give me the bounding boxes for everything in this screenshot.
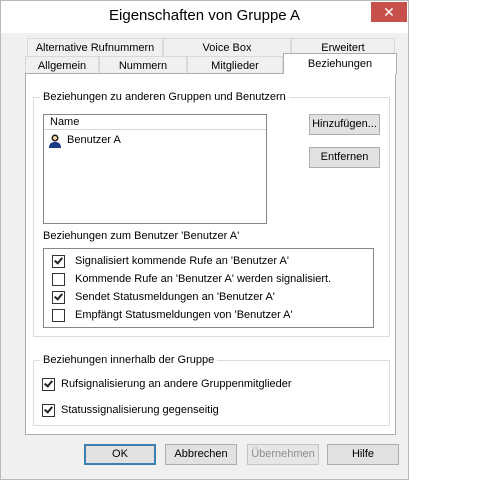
- checkbox-unchecked[interactable]: [52, 308, 65, 322]
- group-option-ring-signal[interactable]: Rufsignalisierung an andere Gruppenmitgl…: [42, 376, 292, 392]
- checkbox-unchecked[interactable]: [52, 272, 65, 286]
- add-button[interactable]: Hinzufügen...: [309, 114, 380, 135]
- tab-voice-box[interactable]: Voice Box: [163, 38, 291, 56]
- list-item[interactable]: Benutzer A: [47, 132, 123, 149]
- window-title: Eigenschaften von Gruppe A: [109, 7, 300, 24]
- close-icon: ✕: [383, 3, 395, 20]
- properties-dialog: Eigenschaften von Gruppe A ✕ Alternative…: [0, 0, 409, 480]
- close-button[interactable]: ✕: [371, 2, 407, 22]
- relations-groupbox: Beziehungen zu anderen Gruppen und Benut…: [33, 90, 390, 337]
- user-relation-option-1[interactable]: Signalisiert kommende Rufe an 'Benutzer …: [52, 253, 289, 269]
- group-option-status-signal[interactable]: Statussignalisierung gegenseitig: [42, 402, 219, 418]
- user-relations-label: Beziehungen zum Benutzer 'Benutzer A': [43, 230, 240, 242]
- group-relations-groupbox: Beziehungen innerhalb der Gruppe Rufsign…: [33, 353, 390, 426]
- list-column-header-name[interactable]: Name: [44, 115, 266, 130]
- remove-button[interactable]: Entfernen: [309, 147, 380, 168]
- ok-button[interactable]: OK: [84, 444, 156, 465]
- user-relations-checklist: Signalisiert kommende Rufe an 'Benutzer …: [43, 248, 374, 328]
- user-icon: [47, 133, 63, 149]
- user-relation-option-2[interactable]: Kommende Rufe an 'Benutzer A' werden sig…: [52, 271, 331, 287]
- cancel-button[interactable]: Abbrechen: [165, 444, 237, 465]
- checkbox-checked[interactable]: [52, 254, 65, 268]
- tab-allgemein[interactable]: Allgemein: [25, 56, 99, 74]
- apply-button[interactable]: Übernehmen: [247, 444, 319, 465]
- tab-mitglieder[interactable]: Mitglieder: [187, 56, 283, 74]
- checkbox-checked[interactable]: [52, 290, 65, 304]
- group-relations-label: Beziehungen innerhalb der Gruppe: [40, 353, 218, 367]
- user-relation-option-4[interactable]: Empfängt Statusmeldungen von 'Benutzer A…: [52, 307, 293, 323]
- tab-beziehungen[interactable]: Beziehungen: [283, 53, 397, 74]
- checkbox-checked[interactable]: [42, 377, 55, 391]
- tab-panel-beziehungen: Beziehungen zu anderen Gruppen und Benut…: [25, 73, 396, 435]
- list-item-label: Benutzer A: [67, 134, 121, 146]
- tab-alternative-rufnummern[interactable]: Alternative Rufnummern: [27, 38, 163, 56]
- title-bar: Eigenschaften von Gruppe A ✕: [1, 1, 408, 33]
- tab-nummern[interactable]: Nummern: [99, 56, 187, 74]
- user-relation-option-3[interactable]: Sendet Statusmeldungen an 'Benutzer A': [52, 289, 275, 305]
- help-button[interactable]: Hilfe: [327, 444, 399, 465]
- relations-group-label: Beziehungen zu anderen Gruppen und Benut…: [40, 90, 289, 104]
- relations-list[interactable]: Name Benutzer A: [43, 114, 267, 224]
- checkbox-checked[interactable]: [42, 403, 55, 417]
